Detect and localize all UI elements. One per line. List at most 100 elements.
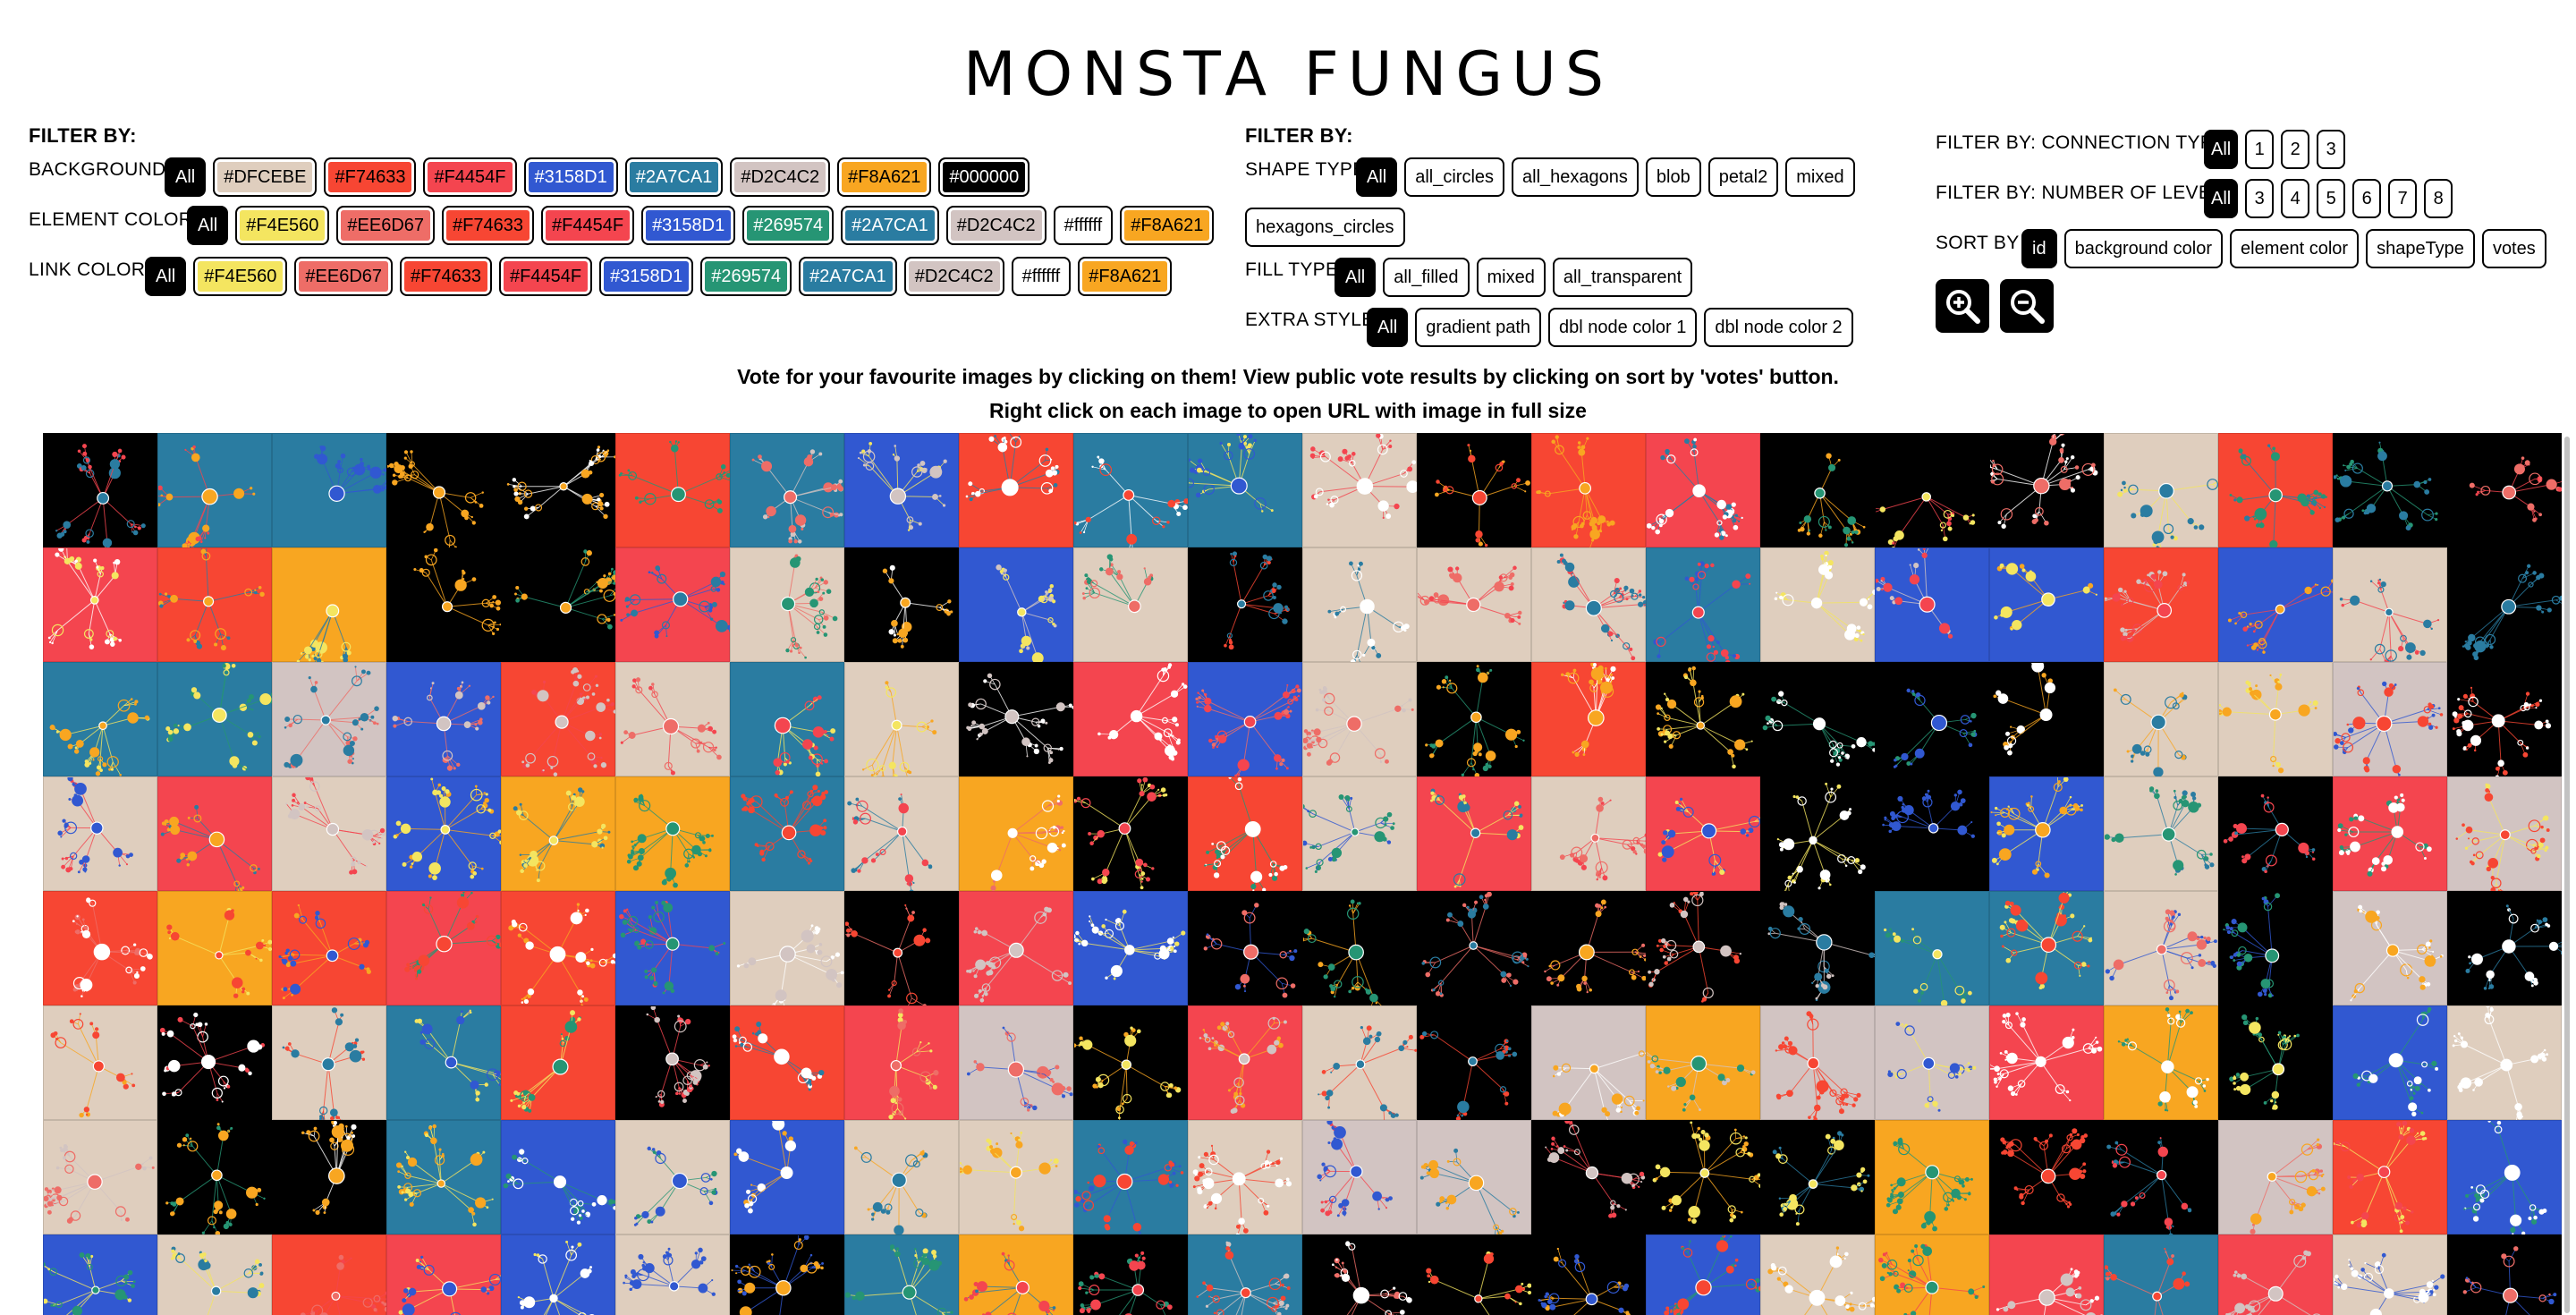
gallery-image[interactable] xyxy=(844,662,959,777)
gallery-image[interactable] xyxy=(1531,1120,1646,1234)
gallery-image[interactable] xyxy=(2333,891,2447,1005)
gallery-image[interactable] xyxy=(43,891,157,1005)
gallery-image[interactable] xyxy=(386,1005,502,1120)
gallery-image[interactable] xyxy=(386,433,501,548)
gallery-image[interactable] xyxy=(272,891,386,1005)
gallery-image[interactable] xyxy=(959,1234,1073,1315)
gallery-image[interactable] xyxy=(2104,1234,2218,1315)
gallery-image[interactable] xyxy=(2104,1005,2218,1120)
shape-type-filter-all-button[interactable]: All xyxy=(1356,157,1398,197)
sort-by-background-color-button[interactable]: background color xyxy=(2063,229,2224,268)
background-filter-all-button[interactable]: All xyxy=(165,157,207,197)
gallery-image[interactable] xyxy=(157,1005,272,1120)
shape-type-filter-blob-button[interactable]: blob xyxy=(1645,157,1701,197)
gallery-image[interactable] xyxy=(844,1120,959,1235)
gallery-image[interactable] xyxy=(2447,1234,2562,1315)
gallery-image[interactable] xyxy=(1302,547,1417,663)
zoom-out-button[interactable] xyxy=(2000,279,2054,333)
link-color-filter-f74633-button[interactable]: #F74633 xyxy=(400,257,492,296)
gallery-image[interactable] xyxy=(2447,1120,2562,1235)
element-color-filter-f4e560-button[interactable]: #F4E560 xyxy=(235,206,330,245)
element-color-filter-f4454f-button[interactable]: #F4454F xyxy=(541,206,635,245)
gallery-image[interactable] xyxy=(386,662,501,776)
extra-style-filter-dbl-node-color-1-button[interactable]: dbl node color 1 xyxy=(1548,308,1698,347)
gallery-image[interactable] xyxy=(844,891,959,1006)
gallery-image[interactable] xyxy=(615,433,731,547)
gallery-image[interactable] xyxy=(272,776,386,891)
gallery-image[interactable] xyxy=(2218,1234,2333,1315)
gallery-image[interactable] xyxy=(501,891,616,1006)
link-color-filter-f4454f-button[interactable]: #F4454F xyxy=(499,257,593,296)
gallery-image[interactable] xyxy=(1302,891,1417,1006)
gallery-image[interactable] xyxy=(959,891,1073,1005)
zoom-in-button[interactable] xyxy=(1936,279,1989,333)
scrollbar-thumb[interactable] xyxy=(2564,437,2570,1313)
gallery-image[interactable] xyxy=(501,547,616,662)
gallery-image[interactable] xyxy=(386,547,502,662)
gallery-image[interactable] xyxy=(730,776,844,891)
levels-filter-all-button[interactable]: All xyxy=(2204,179,2239,218)
gallery-image[interactable] xyxy=(272,547,386,663)
gallery-image[interactable] xyxy=(1073,662,1188,776)
element-color-filter-f8a621-button[interactable]: #F8A621 xyxy=(1120,206,1215,245)
gallery-image[interactable] xyxy=(1188,1005,1302,1120)
gallery-image[interactable] xyxy=(615,776,730,891)
link-color-filter-f4e560-button[interactable]: #F4E560 xyxy=(193,257,288,296)
gallery-image[interactable] xyxy=(615,1120,730,1234)
gallery-image[interactable] xyxy=(1989,776,2104,891)
background-filter-3158d1-button[interactable]: #3158D1 xyxy=(523,157,618,197)
gallery-image[interactable] xyxy=(501,1005,615,1120)
fill-type-filter-all-filled-button[interactable]: all_filled xyxy=(1383,258,1470,297)
gallery-image[interactable] xyxy=(730,662,844,777)
gallery-image[interactable] xyxy=(730,1234,844,1315)
gallery-image[interactable] xyxy=(157,1234,272,1315)
gallery-image[interactable] xyxy=(1989,547,2104,662)
gallery-image[interactable] xyxy=(2218,662,2333,776)
gallery-image[interactable] xyxy=(1760,891,1876,1005)
connection-type-filter-all-button[interactable]: All xyxy=(2204,130,2239,169)
levels-filter-4-button[interactable]: 4 xyxy=(2281,179,2310,218)
gallery-image[interactable] xyxy=(2104,891,2218,1005)
gallery-image[interactable] xyxy=(844,1005,959,1120)
gallery-image[interactable] xyxy=(2218,547,2334,662)
levels-filter-5-button[interactable]: 5 xyxy=(2317,179,2346,218)
gallery-image[interactable] xyxy=(730,1005,844,1120)
gallery-image[interactable] xyxy=(2447,662,2562,777)
gallery-image[interactable] xyxy=(157,662,273,776)
gallery-image[interactable] xyxy=(1417,776,1531,891)
gallery-image[interactable] xyxy=(959,776,1073,891)
gallery-image[interactable] xyxy=(157,776,272,892)
gallery-image[interactable] xyxy=(1875,891,1989,1006)
gallery-image[interactable] xyxy=(1646,891,1760,1005)
gallery-image[interactable] xyxy=(1073,891,1188,1005)
gallery-image[interactable] xyxy=(386,1234,502,1315)
gallery-image[interactable] xyxy=(1302,433,1418,547)
gallery-image[interactable] xyxy=(1302,1120,1417,1234)
gallery-image[interactable] xyxy=(2333,1120,2447,1234)
link-color-filter-ffffff-button[interactable]: #ffffff xyxy=(1011,257,1072,296)
gallery-image[interactable] xyxy=(959,547,1073,663)
fill-type-filter-all-transparent-button[interactable]: all_transparent xyxy=(1552,258,1693,297)
gallery-scrollbar[interactable] xyxy=(2563,433,2571,1315)
link-color-filter-all-button[interactable]: All xyxy=(145,257,187,296)
gallery-image[interactable] xyxy=(1646,1234,1761,1315)
gallery-image[interactable] xyxy=(1760,547,1876,662)
gallery-image[interactable] xyxy=(43,1234,157,1315)
gallery-image[interactable] xyxy=(2333,776,2447,891)
gallery-image[interactable] xyxy=(615,1234,730,1315)
background-filter-000000-button[interactable]: #000000 xyxy=(938,157,1030,197)
link-color-filter-2a7ca1-button[interactable]: #2A7CA1 xyxy=(799,257,897,296)
gallery-image[interactable] xyxy=(501,662,616,776)
connection-type-filter-1-button[interactable]: 1 xyxy=(2245,130,2275,169)
gallery-image[interactable] xyxy=(43,776,157,891)
background-filter-d2c4c2-button[interactable]: #D2C4C2 xyxy=(730,157,831,197)
gallery-image[interactable] xyxy=(1531,547,1647,662)
extra-style-filter-dbl-node-color-2-button[interactable]: dbl node color 2 xyxy=(1704,308,1853,347)
gallery-image[interactable] xyxy=(1760,1234,1876,1315)
gallery-image[interactable] xyxy=(844,1234,959,1315)
gallery-image[interactable] xyxy=(2333,1005,2447,1120)
gallery-image[interactable] xyxy=(615,662,730,776)
gallery-image[interactable] xyxy=(1073,1120,1188,1235)
link-color-filter-ee6d67-button[interactable]: #EE6D67 xyxy=(294,257,394,296)
gallery-image[interactable] xyxy=(43,662,157,776)
